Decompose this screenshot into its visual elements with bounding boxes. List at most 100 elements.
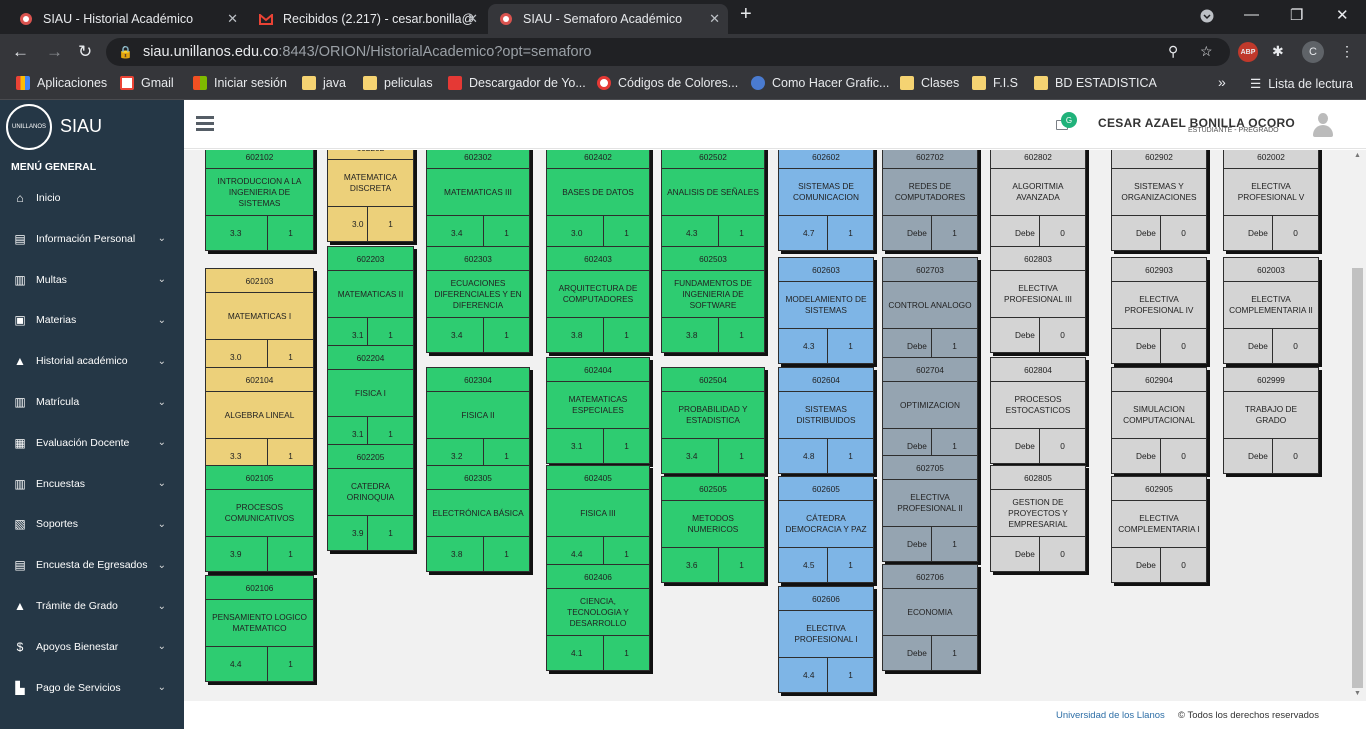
sidebar-item[interactable]: ▥ Multas ⌄ — [0, 270, 184, 290]
bookmark-apps[interactable]: Aplicaciones — [16, 76, 107, 90]
course-card[interactable]: 602604 SISTEMAS DISTRIBUIDOS 4.8 1 — [778, 367, 874, 474]
course-card[interactable]: 602503 FUNDAMENTOS DE INGENIERIA DE SOFTW… — [661, 246, 765, 353]
course-name: MODELAMIENTO DE SISTEMAS — [779, 282, 873, 329]
adblock-icon[interactable]: ABP — [1238, 42, 1258, 62]
bookmark-colores[interactable]: Códigos de Colores... — [597, 76, 738, 90]
course-card[interactable]: 602304 FISICA II 3.2 1 — [426, 367, 530, 474]
course-card[interactable]: 602104 ALGEBRA LINEAL 3.3 1 — [205, 367, 314, 474]
course-card[interactable]: 602603 MODELAMIENTO DE SISTEMAS 4.3 1 — [778, 257, 874, 364]
tab-gmail[interactable]: Recibidos (2.217) - cesar.bonilla@ ✕ — [248, 4, 486, 34]
address-bar[interactable]: 🔒 siau.unillanos.edu.co:8443/ORION/Histo… — [106, 38, 1230, 66]
course-card[interactable]: 602805 GESTION DE PROYECTOS Y EMPRESARIAL… — [990, 465, 1086, 572]
course-card[interactable]: 602903 ELECTIVA PROFESIONAL IV Debe 0 — [1111, 257, 1207, 364]
reload-icon[interactable]: ↻ — [78, 42, 92, 62]
course-card[interactable]: 602999 TRABAJO DE GRADO Debe 0 — [1223, 367, 1319, 474]
close-tab-icon[interactable]: ✕ — [227, 11, 238, 27]
scroll-up-icon[interactable]: ▲ — [1354, 152, 1361, 159]
notification-badge[interactable]: G — [1061, 112, 1077, 128]
course-card[interactable]: 602602 SISTEMAS DE COMUNICACION 4.7 1 — [778, 150, 874, 251]
course-card[interactable]: 602902 SISTEMAS Y ORGANIZACIONES Debe 0 — [1111, 150, 1207, 251]
course-card[interactable]: 602205 CATEDRA ORINOQUIA 3.9 1 — [327, 444, 414, 551]
bookmark-clases[interactable]: Clases — [900, 76, 959, 90]
sidebar-item[interactable]: ▤ Información Personal ⌄ — [0, 229, 184, 249]
close-window-icon[interactable]: ✕ — [1336, 6, 1349, 24]
course-card[interactable]: 602605 CÁTEDRA DEMOCRACIA Y PAZ 4.5 1 — [778, 476, 874, 583]
sidebar-item[interactable]: $ Apoyos Bienestar ⌄ — [0, 637, 184, 657]
close-tab-icon[interactable]: ✕ — [709, 11, 720, 27]
tab-historial[interactable]: SIAU - Historial Académico ✕ — [8, 4, 246, 34]
new-tab-button[interactable]: + — [740, 3, 752, 26]
bookmark-peliculas[interactable]: peliculas — [363, 76, 433, 90]
course-card[interactable]: 602702 REDES DE COMPUTADORES Debe 1 — [882, 150, 978, 251]
course-card[interactable]: 602202MATEMATICA DISCRETA3.01 — [327, 150, 414, 242]
sidebar-item[interactable]: ▙ Pago de Servicios ⌄ — [0, 678, 184, 698]
scroll-down-icon[interactable]: ▼ — [1354, 690, 1361, 697]
course-card[interactable]: 602102 INTRODUCCION A LA INGENIERIA DE SI… — [205, 150, 314, 251]
bookmark-login[interactable]: Iniciar sesión — [193, 76, 287, 90]
course-card[interactable]: 602905 ELECTIVA COMPLEMENTARIA I Debe 0 — [1111, 476, 1207, 583]
user-avatar-icon[interactable] — [1312, 113, 1334, 137]
course-card[interactable]: 602305 ELECTRÓNICA BÁSICA 3.8 1 — [426, 465, 530, 572]
course-card[interactable]: 602002 ELECTIVA PROFESIONAL V Debe 0 — [1223, 150, 1319, 251]
course-card[interactable]: 602804 PROCESOS ESTOCASTICOS Debe 0 — [990, 357, 1086, 464]
course-card[interactable]: 602504 PROBABILIDAD Y ESTADISTICA 3.4 1 — [661, 367, 765, 474]
bookmark-gmail[interactable]: Gmail — [120, 76, 174, 90]
scrollbar-thumb[interactable] — [1352, 268, 1363, 688]
sidebar-item[interactable]: ▣ Materias ⌄ — [0, 310, 184, 330]
course-card[interactable]: 602606 ELECTIVA PROFESIONAL I 4.4 1 — [778, 586, 874, 693]
course-card[interactable]: 602904 SIMULACION COMPUTACIONAL Debe 0 — [1111, 367, 1207, 474]
university-link[interactable]: Universidad de los Llanos — [1056, 710, 1165, 721]
tab-semaforo[interactable]: SIAU - Semaforo Académico ✕ — [488, 4, 728, 34]
more-bookmarks-icon[interactable]: » — [1218, 74, 1226, 90]
course-card[interactable]: 602405 FISICA III 4.4 1 — [546, 465, 650, 572]
course-card[interactable]: 602203 MATEMATICAS II 3.1 1 — [327, 246, 414, 353]
course-credits: 1 — [504, 549, 509, 559]
course-card[interactable]: 602303 ECUACIONES DIFERENCIALES Y EN DIFE… — [426, 246, 530, 353]
course-card[interactable]: 602106 PENSAMIENTO LOGICO MATEMATICO 4.4 1 — [205, 575, 314, 682]
close-tab-icon[interactable]: ✕ — [467, 11, 478, 27]
course-card[interactable]: 602505 METODOS NUMERICOS 3.6 1 — [661, 476, 765, 583]
sidebar-item[interactable]: ▲ Trámite de Grado ⌄ — [0, 596, 184, 616]
bookmark-bd-estadistica[interactable]: BD ESTADISTICA — [1034, 76, 1157, 90]
sidebar-item[interactable]: ⌂ Inicio — [0, 188, 184, 208]
back-icon[interactable]: ← — [12, 42, 29, 62]
maximize-icon[interactable]: ❐ — [1290, 6, 1303, 24]
zoom-search-icon[interactable]: ⚲ — [1168, 43, 1178, 60]
sidebar-item[interactable]: ▧ Soportes ⌄ — [0, 514, 184, 534]
reading-list-button[interactable]: ☰ Lista de lectura — [1250, 76, 1353, 92]
course-card[interactable]: 602402 BASES DE DATOS 3.0 1 — [546, 150, 650, 251]
course-card[interactable]: 602502 ANALISIS DE SEÑALES 4.3 1 — [661, 150, 765, 251]
course-card[interactable]: 602705 ELECTIVA PROFESIONAL II Debe 1 — [882, 455, 978, 562]
bookmark-fis[interactable]: F.I.S — [972, 76, 1018, 90]
course-card[interactable]: 602302 MATEMATICAS III 3.4 1 — [426, 150, 530, 251]
star-icon[interactable]: ☆ — [1200, 43, 1213, 60]
course-card[interactable]: 602003 ELECTIVA COMPLEMENTARIA II Debe 0 — [1223, 257, 1319, 364]
course-card[interactable]: 602105 PROCESOS COMUNICATIVOS 3.9 1 — [205, 465, 314, 572]
course-card[interactable]: 602706 ECONOMIA Debe 1 — [882, 564, 978, 671]
sidebar-item[interactable]: ▥ Matrícula ⌄ — [0, 392, 184, 412]
scrollbar[interactable]: ▲ ▼ — [1350, 150, 1366, 701]
forward-icon[interactable]: → — [46, 42, 63, 62]
sidebar-item[interactable]: ▦ Evaluación Docente ⌄ — [0, 433, 184, 453]
sidebar-item[interactable]: ▲ Historial académico ⌄ — [0, 351, 184, 371]
extensions-icon[interactable]: ✱ — [1272, 43, 1284, 60]
sidebar-item[interactable]: ▤ Encuesta de Egresados ⌄ — [0, 555, 184, 575]
course-card[interactable]: 602403 ARQUITECTURA DE COMPUTADORES 3.8 1 — [546, 246, 650, 353]
sidebar-item[interactable]: ▥ Encuestas ⌄ — [0, 474, 184, 494]
course-card[interactable]: 602204 FISICA I 3.1 1 — [327, 345, 414, 452]
course-card[interactable]: 602703 CONTROL ANALOGO Debe 1 — [882, 257, 978, 364]
bookmark-descargador[interactable]: Descargador de Yo... — [448, 76, 586, 90]
menu-kebab-icon[interactable]: ⋮ — [1340, 43, 1354, 60]
course-card[interactable]: 602406 CIENCIA, TECNOLOGIA Y DESARROLLO 4.… — [546, 564, 650, 671]
course-card[interactable]: 602802 ALGORITMIA AVANZADA Debe 0 — [990, 150, 1086, 251]
course-card[interactable]: 602103 MATEMATICAS I 3.0 1 — [205, 268, 314, 375]
course-card[interactable]: 602404 MATEMATICAS ESPECIALES 3.1 1 — [546, 357, 650, 464]
course-card[interactable]: 602803 ELECTIVA PROFESIONAL III Debe 0 — [990, 246, 1086, 353]
profile-avatar[interactable]: C — [1302, 41, 1324, 63]
course-card[interactable]: 602704 OPTIMIZACION Debe 1 — [882, 357, 978, 464]
minimize-icon[interactable]: — — [1244, 6, 1259, 23]
tab-search-icon[interactable] — [1200, 9, 1214, 27]
bookmark-graficos[interactable]: Como Hacer Grafic... — [751, 76, 889, 90]
bookmark-java[interactable]: java — [302, 76, 346, 90]
hamburger-menu-icon[interactable] — [196, 116, 214, 131]
